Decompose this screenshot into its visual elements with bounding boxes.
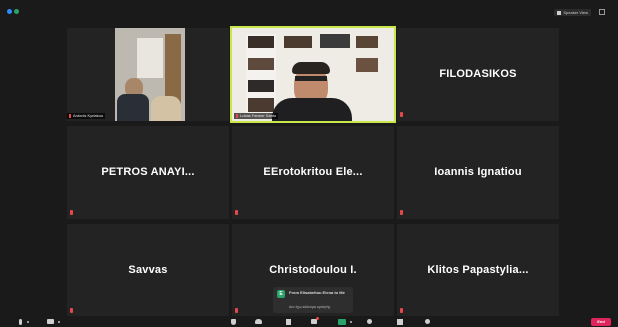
video-options-chevron-icon[interactable] bbox=[58, 321, 60, 323]
muted-mic-icon bbox=[69, 114, 71, 118]
participant-tile[interactable]: Antonis Kyriakou bbox=[67, 28, 229, 121]
polls-icon[interactable] bbox=[286, 319, 291, 325]
reactions-icon[interactable] bbox=[425, 319, 430, 324]
meeting-toolbar: End bbox=[5, 316, 615, 327]
muted-mic-icon bbox=[400, 210, 403, 215]
encryption-icon[interactable] bbox=[14, 9, 19, 14]
participant-tile[interactable]: FILODASIKOS bbox=[397, 28, 559, 121]
view-switch-button[interactable]: Speaker View bbox=[554, 9, 591, 16]
participant-tile[interactable]: Savvas bbox=[67, 224, 229, 317]
meeting-window: Speaker View Antonis Kyriakou Lukas Farm… bbox=[5, 7, 615, 327]
fullscreen-icon[interactable] bbox=[599, 9, 605, 15]
participant-name: EErotokritou Ele... bbox=[263, 166, 363, 178]
top-bar: Speaker View bbox=[5, 7, 615, 17]
end-meeting-button[interactable]: End bbox=[591, 318, 611, 326]
chat-unread-badge-icon bbox=[316, 317, 319, 320]
mic-options-chevron-icon[interactable] bbox=[27, 321, 29, 323]
participant-tile[interactable]: Ioannis Ignatiou bbox=[397, 126, 559, 219]
muted-mic-icon bbox=[235, 308, 238, 313]
breakout-rooms-icon[interactable] bbox=[397, 319, 403, 325]
share-options-chevron-icon[interactable] bbox=[350, 321, 352, 323]
muted-mic-icon bbox=[400, 308, 403, 313]
view-switch-label: Speaker View bbox=[563, 10, 588, 15]
participant-tile[interactable]: EErotokritou Ele... bbox=[232, 126, 394, 219]
participant-name: Klitos Papastylia... bbox=[427, 264, 529, 276]
chat-sender: From Elisabeltou Elena to Me bbox=[289, 290, 345, 295]
info-shield-icon[interactable] bbox=[7, 9, 12, 14]
participant-name: FILODASIKOS bbox=[439, 68, 517, 80]
participant-name: Lukas Farmer Santo bbox=[240, 113, 277, 118]
chat-notification[interactable]: E From Elisabeltou Elena to Me Δεν έχω κ… bbox=[273, 287, 353, 313]
muted-mic-icon bbox=[235, 210, 238, 215]
chat-message: Δεν έχω κάλεσμα ομιλητής bbox=[289, 305, 331, 309]
gallery-grid: Antonis Kyriakou Lukas Farmer Santo FILO… bbox=[67, 26, 559, 317]
muted-mic-icon bbox=[70, 210, 73, 215]
participant-name-tag: Antonis Kyriakou bbox=[67, 113, 106, 119]
participant-name: Antonis Kyriakou bbox=[73, 113, 104, 118]
share-screen-icon[interactable] bbox=[338, 319, 346, 325]
record-icon[interactable] bbox=[367, 319, 372, 324]
participant-tile[interactable]: Klitos Papastylia... bbox=[397, 224, 559, 317]
participant-name: Ioannis Ignatiou bbox=[434, 166, 522, 178]
muted-mic-icon bbox=[400, 112, 403, 117]
video-camera-icon[interactable] bbox=[47, 319, 54, 324]
microphone-icon[interactable] bbox=[19, 319, 22, 325]
participant-tile[interactable]: PETROS ANAYI... bbox=[67, 126, 229, 219]
grid-icon bbox=[557, 10, 562, 15]
participant-name: Savvas bbox=[128, 264, 168, 276]
participants-icon[interactable] bbox=[255, 319, 262, 324]
participant-video bbox=[67, 28, 229, 121]
muted-mic-icon bbox=[70, 308, 73, 313]
participant-name: Christodoulou I. bbox=[269, 264, 357, 276]
security-shield-icon[interactable] bbox=[231, 319, 236, 325]
muted-mic-icon bbox=[236, 114, 238, 118]
participant-video bbox=[232, 28, 394, 121]
participant-name: PETROS ANAYI... bbox=[101, 166, 195, 178]
sender-avatar: E bbox=[277, 290, 285, 298]
active-speaker-tile[interactable]: Lukas Farmer Santo bbox=[230, 26, 396, 123]
participant-name-tag: Lukas Farmer Santo bbox=[234, 113, 279, 119]
